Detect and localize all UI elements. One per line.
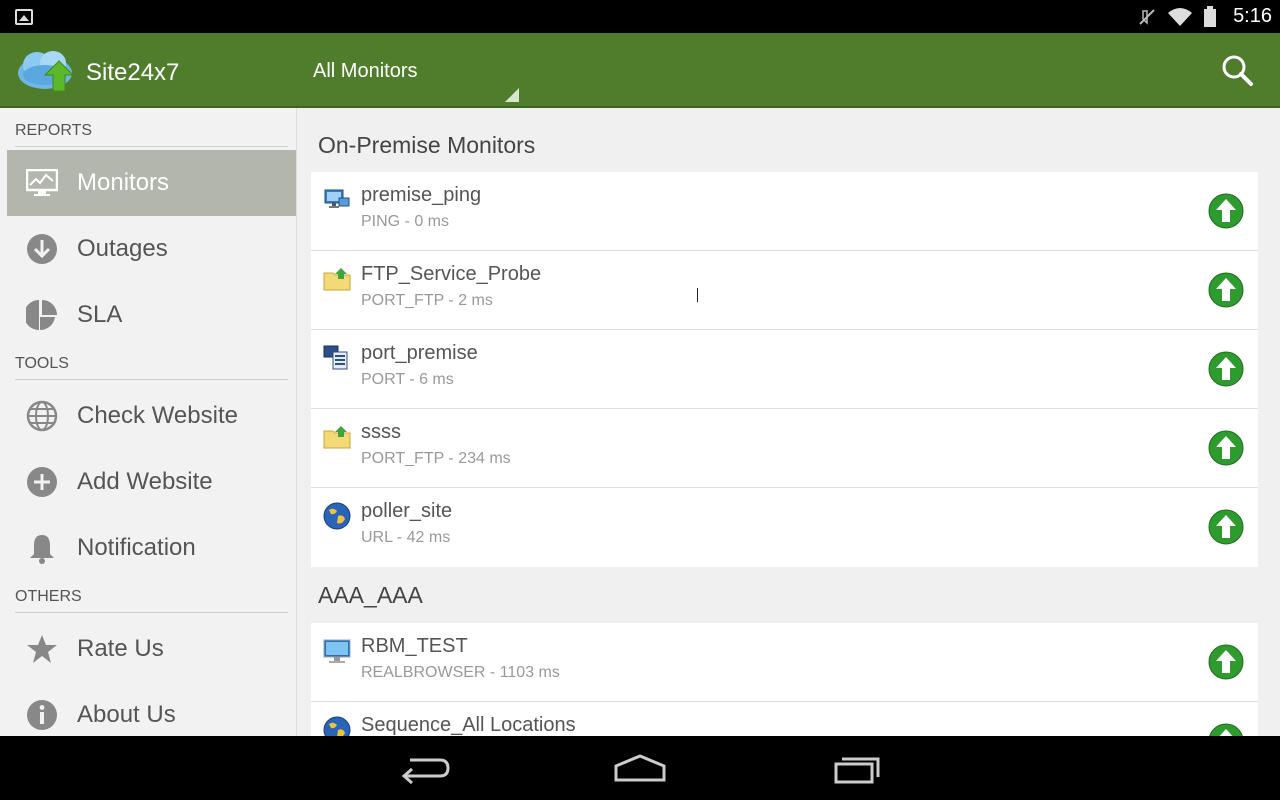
ftp-folder-icon	[323, 268, 351, 291]
monitor-detail: REALBROWSER - 1103 ms	[361, 664, 560, 681]
group-title-aaa: AAA_AAA	[318, 582, 423, 608]
nav-item-check-website[interactable]: Check Website	[7, 383, 296, 449]
monitor-detail: PORT - 6 ms	[361, 371, 454, 388]
monitor-graph-icon	[26, 169, 58, 196]
nav-item-about-us[interactable]: About Us	[7, 682, 296, 736]
globe-url-icon	[323, 716, 351, 736]
nav-label-monitors: Monitors	[77, 169, 170, 196]
port-monitor-icon	[323, 345, 348, 370]
section-others: OTHERS	[15, 588, 288, 613]
dropdown-triangle-icon	[505, 88, 519, 102]
text-cursor	[697, 288, 698, 302]
app-title: Site24x7	[86, 59, 180, 86]
ping-monitor-icon	[324, 189, 350, 208]
monitor-list: On-Premise Monitors premise_ping PING - …	[297, 108, 1280, 736]
muted-icon	[1139, 8, 1155, 25]
monitor-detail: PORT_FTP - 2 ms	[361, 292, 493, 309]
image-notification-icon	[15, 9, 33, 25]
plus-circle-icon	[27, 467, 57, 497]
ftp-folder-icon	[323, 426, 351, 449]
nav-label-about-us: About Us	[77, 701, 176, 728]
globe-url-icon	[323, 502, 351, 530]
monitor-row-rbm-test[interactable]: RBM_TEST REALBROWSER - 1103 ms	[311, 623, 1258, 702]
monitor-name: ssss	[361, 421, 401, 443]
filter-label: All Monitors	[313, 60, 418, 82]
monitor-name: premise_ping	[361, 184, 482, 206]
action-bar: Site24x7 All Monitors	[0, 33, 1280, 108]
nav-item-add-website[interactable]: Add Website	[7, 449, 296, 515]
monitor-detail: URL - 42 ms	[361, 529, 451, 546]
monitor-filter-dropdown[interactable]: All Monitors	[313, 60, 519, 102]
status-up-icon	[1208, 509, 1244, 545]
nav-label-sla: SLA	[77, 301, 123, 328]
nav-label-outages: Outages	[77, 235, 168, 262]
monitor-detail: PORT_FTP - 234 ms	[361, 450, 511, 467]
nav-item-rate-us[interactable]: Rate Us	[7, 616, 296, 682]
recents-button[interactable]	[826, 750, 886, 786]
section-tools: TOOLS	[15, 355, 288, 380]
monitor-row-premise-ping[interactable]: premise_ping PING - 0 ms	[311, 172, 1258, 251]
search-icon[interactable]	[1220, 53, 1256, 89]
home-button[interactable]	[610, 750, 670, 786]
status-up-icon	[1208, 193, 1244, 229]
pie-chart-icon	[26, 300, 57, 331]
clock: 5:16	[1233, 5, 1272, 27]
bell-icon	[30, 535, 54, 564]
monitor-detail: PING - 0 ms	[361, 213, 450, 230]
monitor-row-poller-site[interactable]: poller_site URL - 42 ms	[311, 488, 1258, 567]
monitor-row-ssss[interactable]: ssss PORT_FTP - 234 ms	[311, 409, 1258, 488]
site24x7-logo-icon[interactable]	[15, 45, 79, 97]
monitor-row-port-premise[interactable]: port_premise PORT - 6 ms	[311, 330, 1258, 409]
status-up-icon	[1208, 644, 1244, 680]
monitor-name: RBM_TEST	[361, 635, 468, 657]
monitor-row-sequence-all-locations[interactable]: Sequence_All Locations	[311, 702, 1258, 736]
nav-item-outages[interactable]: Outages	[7, 216, 296, 282]
back-button[interactable]	[394, 750, 454, 786]
monitor-name: FTP_Service_Probe	[361, 263, 542, 285]
nav-label-check-website: Check Website	[77, 402, 238, 429]
status-up-icon	[1208, 430, 1244, 466]
nav-item-sla[interactable]: SLA	[7, 282, 296, 348]
group-title-on-premise: On-Premise Monitors	[318, 132, 536, 158]
monitor-name: poller_site	[361, 500, 453, 522]
system-nav-bar	[0, 736, 1280, 800]
monitor-name: Sequence_All Locations	[361, 714, 576, 736]
nav-label-rate-us: Rate Us	[77, 635, 164, 662]
status-up-icon	[1209, 723, 1243, 736]
section-reports: REPORTS	[15, 122, 288, 147]
star-icon	[27, 635, 57, 663]
info-icon	[27, 700, 57, 730]
monitor-name: port_premise	[361, 342, 478, 364]
nav-label-notification: Notification	[77, 534, 196, 561]
nav-item-notification[interactable]: Notification	[7, 515, 296, 581]
desktop-monitor-icon	[323, 639, 351, 663]
nav-item-monitors[interactable]: Monitors	[7, 150, 296, 216]
monitor-card-on-premise: premise_ping PING - 0 ms FTP_Service_Pro…	[311, 172, 1258, 567]
navigation-drawer: REPORTS Monitors Outages SLA TOOLS Check…	[0, 108, 297, 736]
battery-icon	[1204, 5, 1217, 27]
status-up-icon	[1208, 351, 1244, 387]
monitor-card-aaa: RBM_TEST REALBROWSER - 1103 ms Sequence_…	[311, 623, 1258, 736]
monitor-row-ftp-service-probe[interactable]: FTP_Service_Probe PORT_FTP - 2 ms	[311, 251, 1258, 330]
status-up-icon	[1208, 272, 1244, 308]
nav-label-add-website: Add Website	[77, 468, 213, 495]
wifi-icon	[1168, 7, 1193, 26]
globe-icon	[26, 400, 58, 432]
down-arrow-circle-icon	[27, 234, 57, 264]
status-bar: 5:16	[0, 0, 1280, 33]
